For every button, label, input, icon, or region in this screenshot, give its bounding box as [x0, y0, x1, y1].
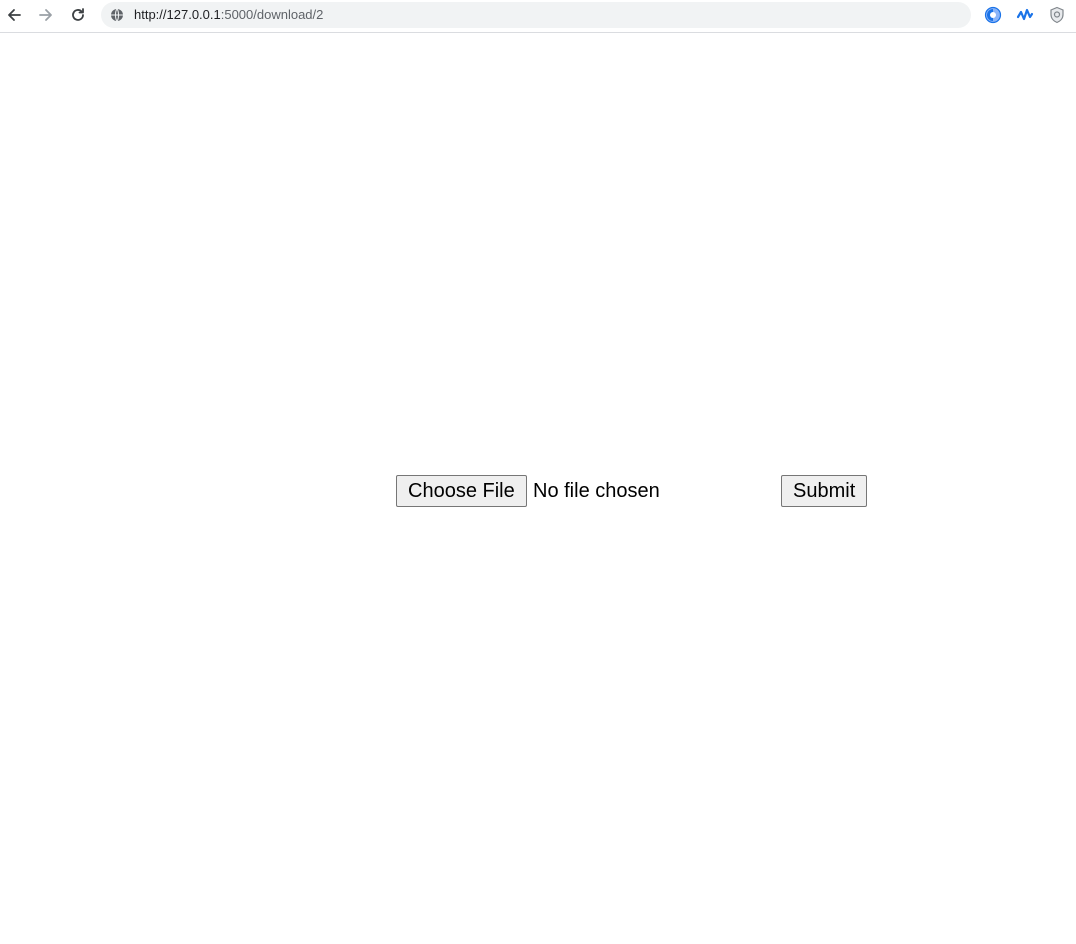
choose-file-button[interactable]: Choose File [396, 475, 527, 507]
url-text[interactable]: http://127.0.0.1:5000/download/2 [134, 2, 323, 28]
back-button[interactable] [2, 4, 26, 26]
reload-button[interactable] [66, 4, 90, 26]
reload-icon [72, 8, 84, 21]
address-bar[interactable]: http://127.0.0.1:5000/download/2 [101, 2, 971, 28]
arrow-left-icon [8, 9, 21, 21]
file-status-text: No file chosen [533, 480, 660, 502]
arrow-right-icon [39, 9, 52, 21]
url-host: http://127.0.0.1 [134, 7, 221, 22]
extension-2-icon[interactable] [1015, 5, 1035, 25]
globe-icon [111, 8, 123, 22]
forward-button[interactable] [34, 4, 58, 26]
extension-1-icon[interactable] [983, 5, 1003, 25]
url-path: :5000/download/2 [220, 7, 324, 22]
browser-toolbar: http://127.0.0.1:5000/download/2 [0, 0, 1076, 33]
extension-3-icon[interactable] [1047, 5, 1067, 25]
page-content: Choose File No file chosen Submit [0, 33, 1076, 944]
submit-button[interactable]: Submit [781, 475, 868, 507]
